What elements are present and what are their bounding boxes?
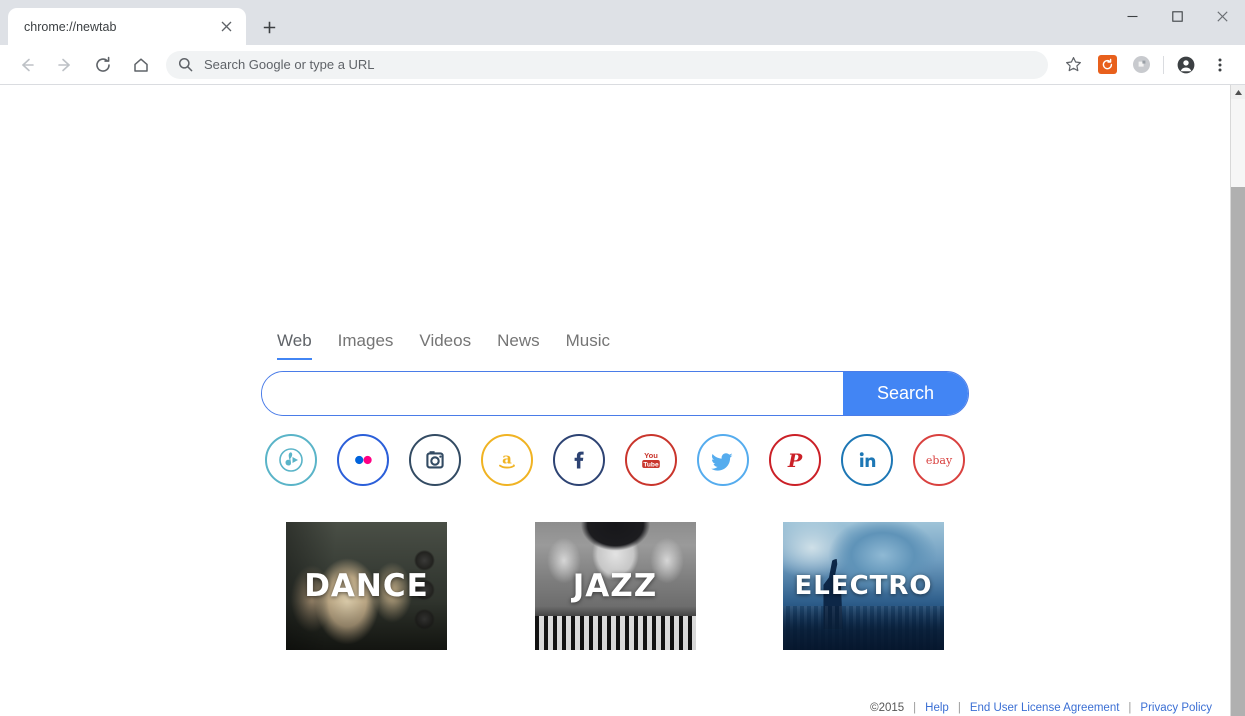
svg-text:You: You — [644, 451, 658, 460]
tab-title: chrome://newtab — [24, 19, 117, 34]
scroll-up-arrow-icon[interactable] — [1231, 85, 1245, 99]
music-card-dance[interactable]: DANCE — [286, 521, 447, 650]
browser-toolbar: Search Google or type a URL — [0, 45, 1245, 85]
new-tab-button[interactable] — [255, 13, 283, 41]
tab-strip: chrome://newtab — [0, 0, 1245, 45]
address-bar-text: Search Google or type a URL — [204, 57, 375, 72]
footer-separator: | — [957, 702, 961, 714]
music-card-label: ELECTRO — [794, 570, 933, 601]
bookmark-star-icon[interactable] — [1059, 51, 1087, 79]
forward-icon[interactable] — [51, 51, 79, 79]
grey-extension-badge — [1132, 56, 1150, 73]
minimize-button[interactable] — [1110, 0, 1155, 32]
footer-separator: | — [1128, 702, 1132, 714]
music-cards: DANCE JAZZ ELECTRO — [261, 521, 969, 650]
copyright-text: ©2015 — [870, 702, 905, 714]
facebook-icon[interactable] — [553, 433, 605, 486]
tab-web[interactable]: Web — [277, 331, 312, 360]
ebay-icon[interactable]: ebay — [913, 433, 965, 486]
eula-link[interactable]: End User License Agreement — [970, 702, 1120, 714]
browser-menu-icon[interactable] — [1206, 51, 1234, 79]
tab-videos[interactable]: Videos — [419, 331, 471, 360]
svg-text:ebay: ebay — [926, 454, 953, 467]
reload-icon[interactable] — [89, 51, 117, 79]
close-button[interactable] — [1200, 0, 1245, 32]
svg-text:a: a — [502, 449, 512, 467]
orange-extension-icon[interactable] — [1093, 51, 1121, 79]
page-scrollbar[interactable] — [1230, 85, 1245, 716]
search-bar: Search — [261, 370, 969, 416]
profile-avatar-icon[interactable] — [1172, 51, 1200, 79]
back-icon[interactable] — [13, 51, 41, 79]
music-card-label: DANCE — [304, 567, 429, 604]
social-shortcuts: a You Tube P ebay — [261, 433, 969, 486]
search-content: Web Images Videos News Music Search a Yo… — [261, 331, 969, 650]
page-viewport: Web Images Videos News Music Search a Yo… — [0, 85, 1245, 716]
tab-music[interactable]: Music — [566, 331, 610, 360]
scrollbar-thumb[interactable] — [1231, 99, 1245, 187]
music-card-jazz[interactable]: JAZZ — [534, 521, 696, 650]
svg-text:P: P — [787, 450, 803, 472]
music-card-electro[interactable]: ELECTRO — [783, 521, 944, 650]
grey-extension-icon[interactable] — [1127, 51, 1155, 79]
privacy-policy-link[interactable]: Privacy Policy — [1140, 702, 1212, 714]
search-category-tabs: Web Images Videos News Music — [261, 331, 969, 360]
home-icon[interactable] — [127, 51, 155, 79]
footer-separator: | — [913, 702, 917, 714]
instagram-icon[interactable] — [409, 433, 461, 486]
browser-window: chrome://newtab Search Google or type a … — [0, 0, 1245, 716]
linkedin-icon[interactable] — [841, 433, 893, 486]
youtube-icon[interactable]: You Tube — [625, 433, 677, 486]
tab-news[interactable]: News — [497, 331, 540, 360]
toolbar-divider — [1163, 55, 1164, 74]
flickr-icon[interactable] — [337, 433, 389, 486]
orange-extension-badge — [1097, 55, 1117, 74]
search-homepage: Web Images Videos News Music Search a Yo… — [0, 85, 1230, 716]
svg-text:Tube: Tube — [643, 461, 659, 468]
page-footer: ©2015 | Help | End User License Agreemen… — [870, 702, 1212, 714]
window-controls — [1110, 0, 1245, 32]
close-tab-icon[interactable] — [216, 17, 236, 37]
tab-images[interactable]: Images — [338, 331, 394, 360]
music-card-label: JAZZ — [572, 567, 658, 604]
pinterest-icon[interactable]: P — [769, 433, 821, 486]
browser-tab[interactable]: chrome://newtab — [8, 8, 246, 45]
address-bar[interactable]: Search Google or type a URL — [166, 50, 1048, 79]
search-icon — [178, 57, 193, 72]
search-input[interactable] — [262, 371, 843, 415]
amazon-icon[interactable]: a — [481, 433, 533, 486]
maximize-button[interactable] — [1155, 0, 1200, 32]
twitter-icon[interactable] — [697, 433, 749, 486]
search-button[interactable]: Search — [843, 371, 968, 415]
help-link[interactable]: Help — [925, 702, 949, 714]
music-play-icon[interactable] — [265, 433, 317, 486]
